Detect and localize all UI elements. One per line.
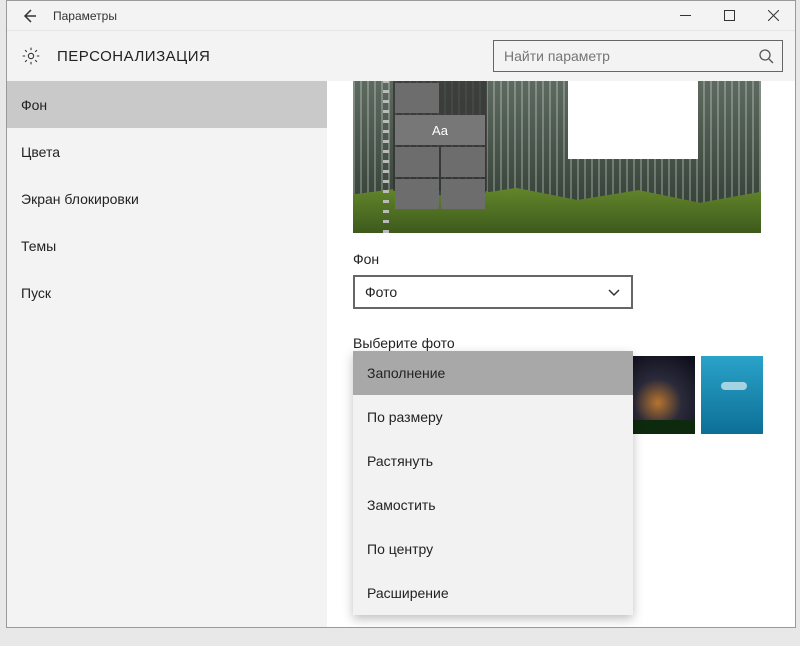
title-bar: Параметры xyxy=(7,1,795,31)
preview-start-tiles: Aa xyxy=(393,81,487,191)
header-bar: ПЕРСОНАЛИЗАЦИЯ xyxy=(7,31,795,81)
fit-option-span[interactable]: Расширение xyxy=(353,571,633,615)
gear-icon xyxy=(19,44,43,68)
preview-tile-text: Aa xyxy=(395,115,485,145)
option-label: Замостить xyxy=(367,497,436,513)
desktop-preview: Aa xyxy=(353,81,761,233)
preview-tile xyxy=(441,179,485,209)
page-title: ПЕРСОНАЛИЗАЦИЯ xyxy=(57,48,493,65)
preview-tile xyxy=(395,179,439,209)
window-controls xyxy=(663,1,795,31)
sidebar-item-label: Фон xyxy=(21,97,47,113)
sidebar-item-label: Темы xyxy=(21,238,56,254)
fit-option-stretch[interactable]: Растянуть xyxy=(353,439,633,483)
sidebar-item-label: Цвета xyxy=(21,144,60,160)
window-title: Параметры xyxy=(53,9,663,23)
sidebar-item-label: Пуск xyxy=(21,285,51,301)
body: Фон Цвета Экран блокировки Темы Пуск Aa xyxy=(7,81,795,627)
preview-app-window xyxy=(568,81,698,159)
sidebar-item-lockscreen[interactable]: Экран блокировки xyxy=(7,175,327,222)
option-label: Растянуть xyxy=(367,453,433,469)
search-box[interactable] xyxy=(493,40,783,72)
option-label: Расширение xyxy=(367,585,449,601)
photo-thumbnails xyxy=(633,356,763,434)
sidebar: Фон Цвета Экран блокировки Темы Пуск xyxy=(7,81,327,627)
fit-option-fill[interactable]: Заполнение xyxy=(353,351,633,395)
settings-window: Параметры ПЕРСОНАЛИЗАЦИЯ Фон Цвета Экр xyxy=(6,0,796,628)
back-button[interactable] xyxy=(15,2,43,30)
maximize-button[interactable] xyxy=(707,1,751,31)
search-input[interactable] xyxy=(504,48,758,64)
option-label: По центру xyxy=(367,541,433,557)
sidebar-item-colors[interactable]: Цвета xyxy=(7,128,327,175)
preview-tile xyxy=(441,147,485,177)
chevron-down-icon xyxy=(607,285,621,299)
sidebar-item-background[interactable]: Фон xyxy=(7,81,327,128)
close-icon xyxy=(768,10,779,21)
minimize-icon xyxy=(680,10,691,21)
maximize-icon xyxy=(724,10,735,21)
photo-thumb[interactable] xyxy=(633,356,695,434)
close-button[interactable] xyxy=(751,1,795,31)
content-pane: Aa Фон Фото Выберите фото Заполнение xyxy=(327,81,795,627)
choose-photo-label: Выберите фото xyxy=(353,335,795,351)
combo-value: Фото xyxy=(365,284,607,300)
background-label: Фон xyxy=(353,251,795,267)
sidebar-item-start[interactable]: Пуск xyxy=(7,269,327,316)
background-type-combo[interactable]: Фото xyxy=(353,275,633,309)
fit-dropdown: Заполнение По размеру Растянуть Замостит… xyxy=(353,351,633,615)
preview-taskbar xyxy=(383,81,389,233)
photo-thumb[interactable] xyxy=(701,356,763,434)
option-label: По размеру xyxy=(367,409,443,425)
sidebar-item-themes[interactable]: Темы xyxy=(7,222,327,269)
preview-tile xyxy=(395,147,439,177)
back-arrow-icon xyxy=(21,8,37,24)
sidebar-item-label: Экран блокировки xyxy=(21,191,139,207)
preview-tile xyxy=(395,83,439,113)
option-label: Заполнение xyxy=(367,365,445,381)
fit-option-tile[interactable]: Замостить xyxy=(353,483,633,527)
minimize-button[interactable] xyxy=(663,1,707,31)
fit-option-fit[interactable]: По размеру xyxy=(353,395,633,439)
search-icon xyxy=(758,48,774,64)
fit-option-center[interactable]: По центру xyxy=(353,527,633,571)
